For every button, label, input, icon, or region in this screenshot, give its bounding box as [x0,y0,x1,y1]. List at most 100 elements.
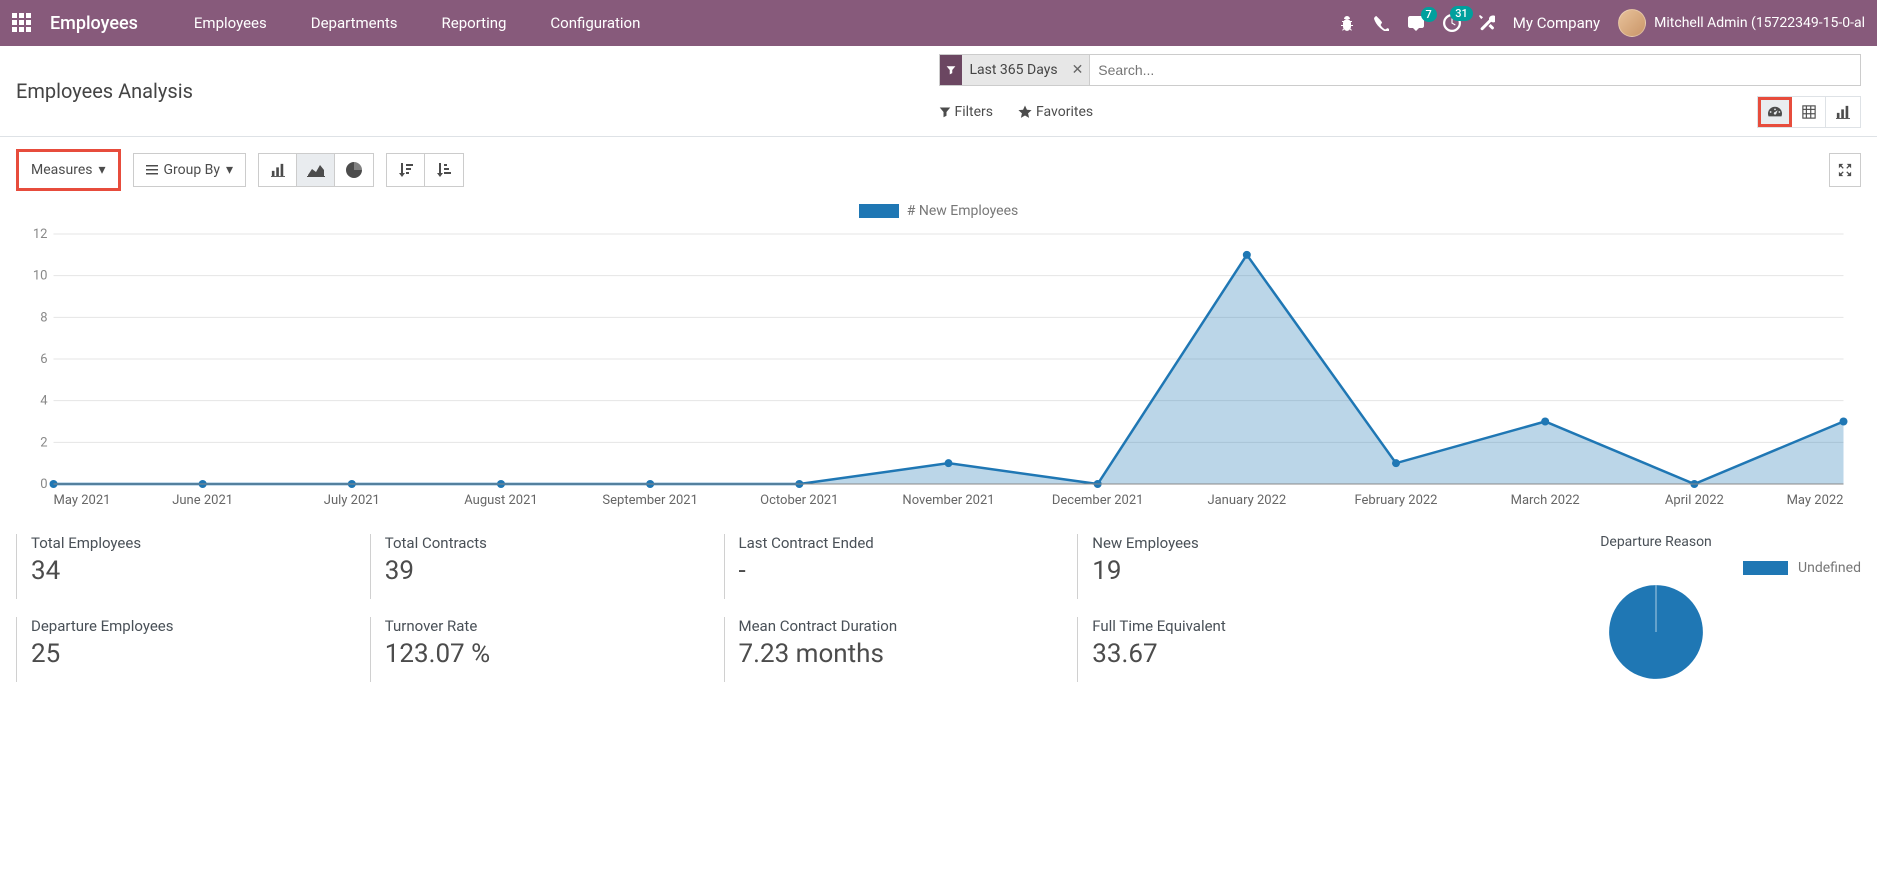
sort-desc-button[interactable] [387,154,425,186]
nav-left: Employees Employees Departments Reportin… [12,13,658,34]
tools-icon[interactable] [1479,15,1495,31]
groupby-button[interactable]: Group By ▾ [133,153,247,187]
chart-container: # New Employees 024681012May 2021June 20… [0,203,1877,524]
sort-asc-icon [436,163,452,177]
legend-swatch [859,204,899,218]
legend-swatch [1743,561,1788,575]
metric-card: Turnover Rate123.07 % [370,617,724,682]
phone-icon[interactable] [1373,15,1389,31]
avatar-icon [1618,9,1646,37]
graph-view-button[interactable] [1826,97,1860,127]
pie-chart-icon [346,162,362,178]
departure-widget: Departure Reason Undefined [1431,534,1861,682]
svg-text:April 2022: April 2022 [1665,493,1724,508]
brand-title[interactable]: Employees [50,13,138,34]
view-switcher [1757,96,1861,128]
svg-text:2: 2 [40,435,47,450]
funnel-icon [940,55,962,85]
area-chart: 024681012May 2021June 2021July 2021Augus… [16,224,1861,514]
pie-chart [1576,582,1736,682]
sort-asc-button[interactable] [425,154,463,186]
metric-label: Total Employees [31,534,356,552]
dashboard-view-button[interactable] [1758,97,1792,127]
metric-label: Mean Contract Duration [739,617,1064,635]
filters-button[interactable]: Filters [939,104,994,120]
legend-label: # New Employees [907,203,1019,219]
dashboard-icon [1767,105,1783,119]
svg-text:May 2021: May 2021 [54,493,111,508]
pie-legend-label: Undefined [1798,560,1861,576]
search-box[interactable]: Last 365 Days ✕ [939,54,1862,86]
bug-icon[interactable] [1339,15,1355,31]
nav-link-configuration[interactable]: Configuration [532,14,658,32]
search-input[interactable] [1090,62,1860,78]
metric-label: Departure Employees [31,617,356,635]
chart-toolbar: Measures ▾ Group By ▾ [0,137,1877,203]
metrics-panel: Total Employees34Total Contracts39Last C… [0,524,1877,692]
svg-text:October 2021: October 2021 [760,493,838,508]
metric-value: 39 [385,556,710,586]
control-bar: Employees Analysis Last 365 Days ✕ Filte… [0,46,1877,137]
svg-text:0: 0 [40,477,47,492]
caret-down-icon: ▾ [98,162,105,178]
user-menu[interactable]: Mitchell Admin (15722349-15-0-al [1618,9,1865,37]
user-name: Mitchell Admin (15722349-15-0-al [1654,15,1865,31]
expand-icon [1838,163,1852,177]
metric-value: - [739,556,1064,586]
pie-legend: Undefined [1451,560,1861,576]
metric-card: Last Contract Ended - [724,534,1078,599]
page-title: Employees Analysis [16,79,939,103]
pivot-view-button[interactable] [1792,97,1826,127]
filter-tag-close-icon[interactable]: ✕ [1066,55,1090,85]
sort-desc-icon [398,163,414,177]
svg-text:September 2021: September 2021 [602,493,698,508]
nav-link-employees[interactable]: Employees [176,14,285,32]
svg-text:June 2021: June 2021 [172,493,233,508]
metric-value: 33.67 [1092,639,1417,669]
metric-label: New Employees [1092,534,1417,552]
chart-legend: # New Employees [16,203,1861,219]
metric-label: Full Time Equivalent [1092,617,1417,635]
svg-text:December 2021: December 2021 [1052,493,1144,508]
measures-button[interactable]: Measures ▾ [16,149,121,191]
metric-card: Total Employees 34 [16,534,370,599]
favorites-button[interactable]: Favorites [1018,104,1093,120]
messages-badge: 7 [1421,7,1437,22]
metrics-grid: Total Employees34Total Contracts39Last C… [16,534,1431,682]
svg-text:August 2021: August 2021 [464,493,537,508]
funnel-icon [939,106,951,118]
svg-text:November 2021: November 2021 [902,493,994,508]
metric-value: 19 [1092,556,1417,586]
nav-link-departments[interactable]: Departments [293,14,416,32]
metric-value: 7.23 months [739,639,1064,669]
departure-title: Departure Reason [1451,534,1861,550]
expand-button[interactable] [1829,153,1861,187]
activities-icon[interactable]: 31 [1443,14,1461,32]
bar-chart-icon [1836,105,1850,119]
metric-label: Turnover Rate [385,617,710,635]
svg-text:January 2022: January 2022 [1207,493,1286,508]
company-selector[interactable]: My Company [1513,14,1600,32]
svg-text:12: 12 [33,227,48,242]
area-chart-icon [307,163,325,177]
metric-card: Full Time Equivalent 33.67 [1077,617,1431,682]
sort-group [386,153,464,187]
svg-text:4: 4 [40,394,48,409]
pie-chart-button[interactable] [335,154,373,186]
svg-text:July 2021: July 2021 [324,493,380,508]
metric-value: 34 [31,556,356,586]
nav-link-reporting[interactable]: Reporting [424,14,525,32]
metric-card: New Employees 19 [1077,534,1431,599]
line-chart-button[interactable] [297,154,335,186]
list-icon [146,165,158,175]
svg-text:May 2022: May 2022 [1787,493,1844,508]
nav-right: 7 31 My Company Mitchell Admin (15722349… [1339,9,1865,37]
chart-type-group [258,153,374,187]
apps-icon[interactable] [12,13,32,33]
star-icon [1018,105,1032,119]
messages-icon[interactable]: 7 [1407,15,1425,31]
bar-chart-button[interactable] [259,154,297,186]
metric-label: Last Contract Ended [739,534,1064,552]
activities-badge: 31 [1450,6,1473,21]
top-navbar: Employees Employees Departments Reportin… [0,0,1877,46]
